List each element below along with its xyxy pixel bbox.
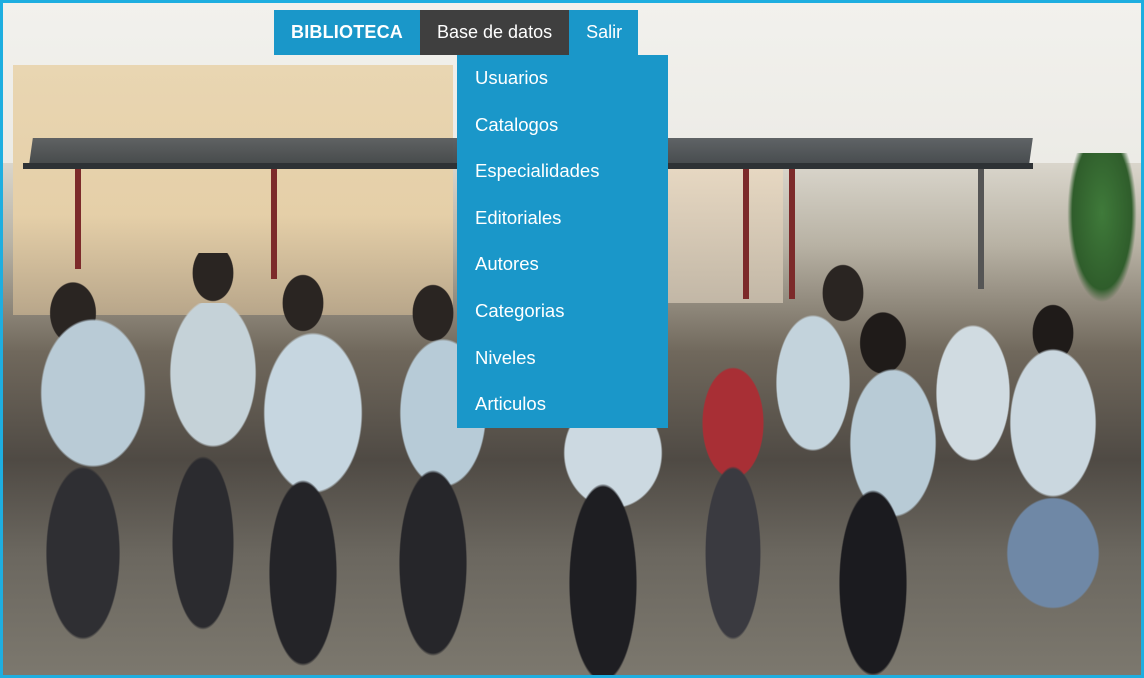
menu-item-niveles[interactable]: Niveles — [457, 335, 668, 382]
nav-brand-biblioteca[interactable]: BIBLIOTECA — [274, 10, 420, 55]
nav-item-base-de-datos[interactable]: Base de datos — [420, 10, 570, 55]
menu-item-editoriales[interactable]: Editoriales — [457, 195, 668, 242]
menu-item-catalogos[interactable]: Catalogos — [457, 102, 668, 149]
menu-item-articulos[interactable]: Articulos — [457, 381, 668, 428]
menu-item-autores[interactable]: Autores — [457, 241, 668, 288]
menu-item-categorias[interactable]: Categorias — [457, 288, 668, 335]
nav-item-salir[interactable]: Salir — [569, 10, 639, 55]
base-de-datos-dropdown-menu: Usuarios Catalogos Especialidades Editor… — [457, 55, 668, 428]
photo-crowd-pants — [13, 433, 1138, 675]
menu-item-especialidades[interactable]: Especialidades — [457, 148, 668, 195]
menu-item-usuarios[interactable]: Usuarios — [457, 55, 668, 102]
main-navbar: BIBLIOTECA Base de datos Salir — [274, 10, 639, 55]
